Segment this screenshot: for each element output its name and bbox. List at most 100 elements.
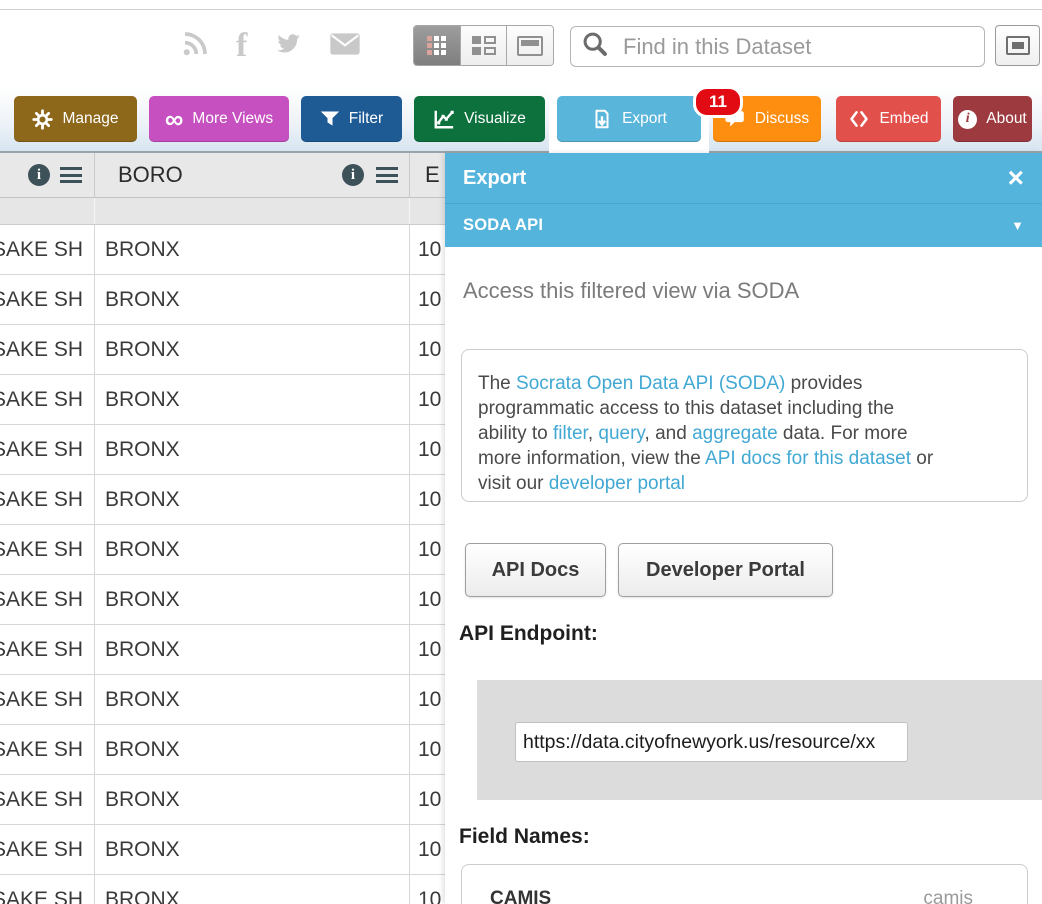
cell-zip[interactable]: 10 [409,625,445,674]
twitter-icon[interactable] [273,31,303,62]
cell-zip[interactable]: 10 [409,825,445,874]
cell-boro[interactable]: BRONX [94,225,409,274]
column-menu-icon[interactable] [60,167,82,183]
email-icon[interactable] [329,32,361,61]
fullscreen-button[interactable] [995,25,1040,66]
cell-zip[interactable]: 10 [409,725,445,774]
info-icon[interactable]: i [342,164,364,186]
inline-link[interactable]: Socrata Open Data API (SODA) [516,373,785,394]
cell-zip[interactable]: 10 [409,225,445,274]
cell-zip[interactable]: 10 [409,275,445,324]
cell-boro[interactable]: BRONX [94,625,409,674]
cell-name[interactable]: SAKE SH [0,625,94,674]
table-row[interactable]: SAKE SHBRONX10 [0,525,445,575]
about-button[interactable]: i About [953,96,1032,142]
export-button[interactable]: Export [557,96,701,142]
cell-zip[interactable]: 10 [409,775,445,824]
api-endpoint-input[interactable] [515,722,908,762]
more-views-button[interactable]: ∞ More Views [149,96,289,142]
column-header-1[interactable]: i [0,153,94,197]
cell-boro[interactable]: BRONX [94,825,409,874]
cell-boro[interactable]: BRONX [94,875,409,904]
cell-zip[interactable]: 10 [409,875,445,904]
visualize-button[interactable]: Visualize [414,96,545,142]
cell-boro[interactable]: BRONX [94,475,409,524]
inline-link[interactable]: query [598,423,644,444]
embed-button[interactable]: Embed [836,96,941,142]
cell-name[interactable]: SAKE SH [0,225,94,274]
cell-name[interactable]: SAKE SH [0,775,94,824]
page-view-toggle[interactable] [507,26,553,65]
cell-boro[interactable]: BRONX [94,775,409,824]
inline-link[interactable]: developer portal [549,473,685,494]
cell-boro[interactable]: BRONX [94,675,409,724]
cell-name[interactable]: SAKE SH [0,475,94,524]
cell-name[interactable]: SAKE SH [0,375,94,424]
inline-link[interactable]: API docs for this dataset [705,448,911,469]
cell-zip[interactable]: 10 [409,375,445,424]
cell-boro[interactable]: BRONX [94,425,409,474]
cell-zip[interactable]: 10 [409,475,445,524]
cell-zip[interactable]: 10 [409,325,445,374]
table-row[interactable]: SAKE SHBRONX10 [0,575,445,625]
close-icon[interactable]: × [1008,168,1024,188]
api-endpoint-box [477,680,1042,800]
filter-label: Filter [349,110,383,128]
cell-boro[interactable]: BRONX [94,525,409,574]
table-row[interactable]: SAKE SHBRONX10 [0,425,445,475]
cell-name[interactable]: SAKE SH [0,575,94,624]
manage-label: Manage [62,110,118,128]
table-row[interactable]: SAKE SHBRONX10 [0,325,445,375]
discuss-label: Discuss [755,110,809,128]
cell-boro[interactable]: BRONX [94,275,409,324]
manage-button[interactable]: Manage [14,96,137,142]
cell-zip[interactable]: 10 [409,525,445,574]
info-icon[interactable]: i [28,164,50,186]
table-row[interactable]: SAKE SHBRONX10 [0,475,445,525]
cell-name[interactable]: SAKE SH [0,875,94,904]
filter-button[interactable]: Filter [301,96,402,142]
column-header-boro[interactable]: BORO i [94,153,409,197]
table-row[interactable]: SAKE SHBRONX10 [0,375,445,425]
column-header-3[interactable]: E [409,153,445,197]
cell-zip[interactable]: 10 [409,425,445,474]
table-row[interactable]: SAKE SHBRONX10 [0,775,445,825]
cell-name[interactable]: SAKE SH [0,725,94,774]
table-row[interactable]: SAKE SHBRONX10 [0,825,445,875]
soda-api-section-header[interactable]: SODA API ▼ [445,203,1042,247]
table-row[interactable]: SAKE SHBRONX10 [0,725,445,775]
layout-icon [472,36,496,56]
table-row[interactable]: SAKE SHBRONX10 [0,625,445,675]
table-row[interactable]: SAKE SHBRONX10 [0,225,445,275]
cell-boro[interactable]: BRONX [94,325,409,374]
inline-text: The [478,373,516,394]
column-title: BORO [118,162,183,188]
cell-zip[interactable]: 10 [409,575,445,624]
rich-list-view-toggle[interactable] [461,26,508,65]
cell-name[interactable]: SAKE SH [0,275,94,324]
cell-boro[interactable]: BRONX [94,725,409,774]
cell-boro[interactable]: BRONX [94,575,409,624]
search-input[interactable] [623,34,974,60]
cell-name[interactable]: SAKE SH [0,425,94,474]
developer-portal-button[interactable]: Developer Portal [618,543,833,597]
page-icon [517,36,543,56]
rss-icon[interactable] [180,29,210,64]
facebook-icon[interactable]: f [236,31,247,61]
cell-zip[interactable]: 10 [409,675,445,724]
cell-name[interactable]: SAKE SH [0,325,94,374]
table-view-toggle[interactable] [414,26,461,65]
table-row[interactable]: SAKE SHBRONX10 [0,275,445,325]
cell-boro[interactable]: BRONX [94,375,409,424]
cell-name[interactable]: SAKE SH [0,825,94,874]
table-row[interactable]: SAKE SHBRONX10 [0,675,445,725]
inline-text: ability to [478,423,553,444]
api-docs-button[interactable]: API Docs [465,543,606,597]
inline-link[interactable]: aggregate [692,423,778,444]
cell-name[interactable]: SAKE SH [0,675,94,724]
inline-link[interactable]: filter [553,423,588,444]
cell-name[interactable]: SAKE SH [0,525,94,574]
table-row[interactable]: SAKE SHBRONX10 [0,875,445,904]
column-menu-icon[interactable] [376,167,398,183]
socrata-dataset-page: f [0,0,1042,904]
